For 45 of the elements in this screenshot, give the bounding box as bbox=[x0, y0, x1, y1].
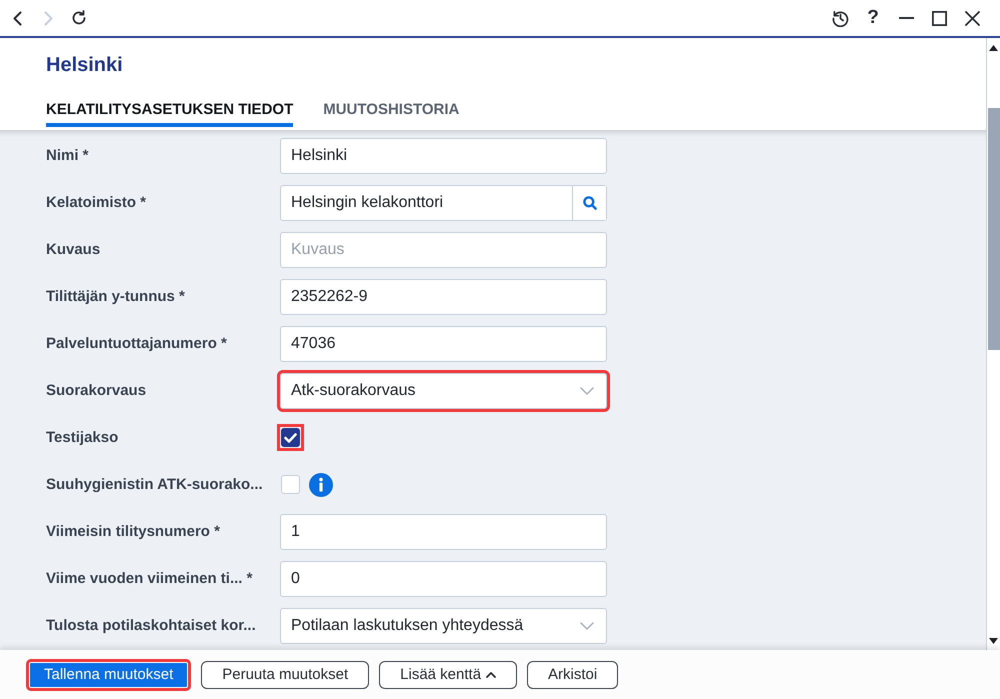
lookup-field[interactable]: Helsingin kelakonttori bbox=[280, 184, 607, 220]
close-icon bbox=[964, 10, 980, 26]
field-label: Nimi * bbox=[46, 147, 90, 164]
maximize-icon bbox=[932, 10, 946, 26]
field-label: Kelatoimisto * bbox=[46, 194, 148, 211]
refresh-icon bbox=[71, 10, 87, 26]
scroll-up-icon[interactable] bbox=[989, 45, 998, 51]
field-label: Suorakorvaus bbox=[46, 382, 148, 399]
menu-button[interactable]: Lisää kenttä bbox=[379, 660, 518, 688]
text-field[interactable]: Helsinki bbox=[280, 138, 607, 174]
chevron-down-icon bbox=[580, 386, 594, 394]
search-button[interactable] bbox=[572, 186, 606, 220]
field-label: Testijakso bbox=[46, 429, 120, 446]
field-label: Viime vuoden viimeinen ti... * bbox=[46, 570, 254, 587]
field-label: Tulosta potilaskohtaiset kor... bbox=[46, 617, 257, 634]
field-label: Tilittäjän y-tunnus * bbox=[46, 288, 186, 305]
scrollbar-thumb[interactable] bbox=[988, 108, 1000, 350]
caret-up-icon bbox=[486, 672, 496, 678]
lookup-input[interactable]: Helsingin kelakonttori bbox=[281, 186, 572, 220]
tick-icon bbox=[284, 432, 297, 442]
field-label: Palveluntuottajanumero * bbox=[46, 335, 228, 352]
chevron-down-icon bbox=[580, 622, 594, 630]
chevron-left-icon bbox=[12, 10, 22, 26]
field-label: Suuhygienistin ATK-suorako... bbox=[46, 476, 264, 493]
checkbox[interactable] bbox=[281, 428, 300, 447]
text-field[interactable]: Kuvaus bbox=[280, 232, 607, 268]
select-field[interactable]: Potilaan laskutuksen yhteydessä bbox=[280, 608, 607, 644]
text-field[interactable]: 0 bbox=[280, 560, 607, 596]
record-title: Helsinki bbox=[46, 53, 124, 78]
text-field[interactable]: 47036 bbox=[280, 326, 607, 362]
field-label: Viimeisin tilitysnumero * bbox=[46, 523, 221, 540]
help-button[interactable]: ? bbox=[858, 3, 888, 33]
scrollbar[interactable] bbox=[986, 38, 1000, 650]
field-label: Kuvaus bbox=[46, 241, 102, 258]
info-icon[interactable] bbox=[309, 472, 333, 496]
text-field[interactable]: 1 bbox=[280, 514, 607, 550]
search-icon bbox=[582, 196, 596, 210]
scroll-down-icon[interactable] bbox=[989, 638, 998, 644]
tab[interactable]: MUUTOSHISTORIA bbox=[323, 100, 460, 127]
minimize-icon bbox=[898, 17, 914, 19]
action-button[interactable]: Arkistoi bbox=[527, 660, 618, 688]
text-field[interactable]: 2352262-9 bbox=[280, 278, 607, 314]
history-icon bbox=[832, 10, 848, 26]
chevron-right-icon bbox=[44, 10, 52, 26]
action-button[interactable]: Peruuta muutokset bbox=[201, 660, 370, 688]
